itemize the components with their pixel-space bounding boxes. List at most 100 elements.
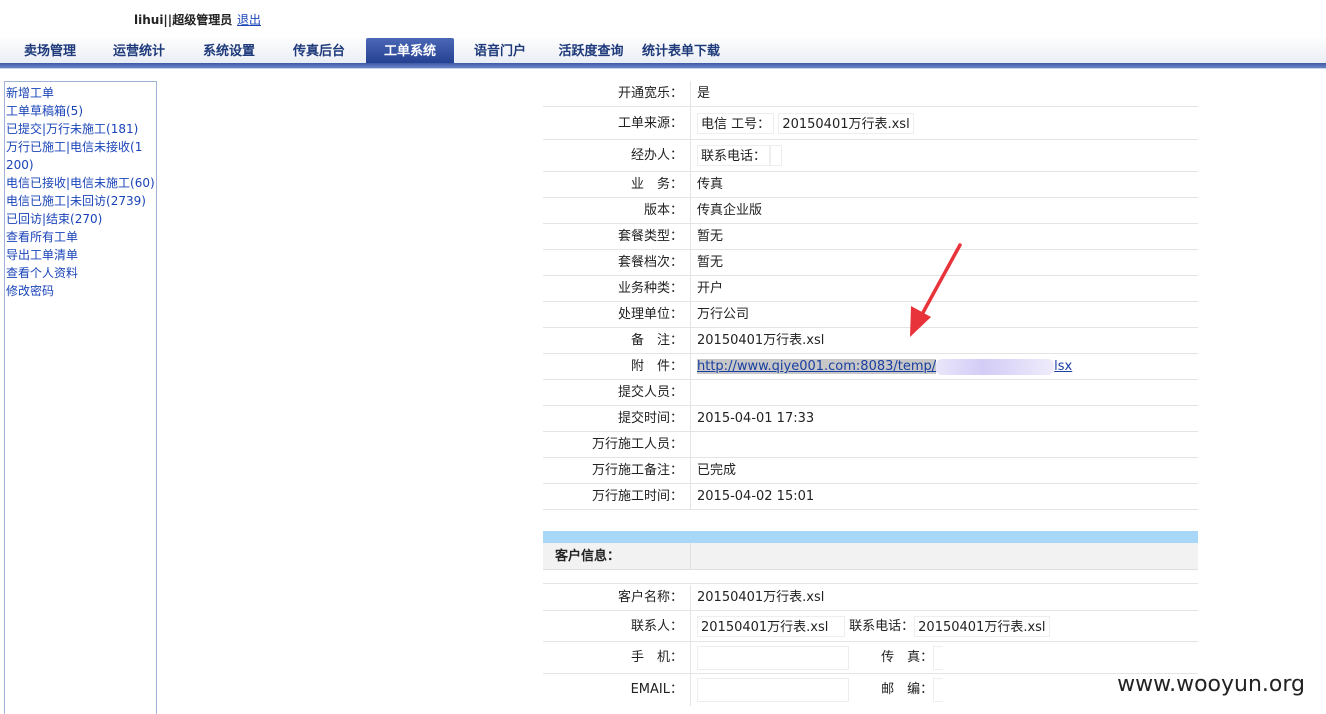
- field-label: EMAIL：: [543, 674, 691, 706]
- field-label: 提交时间：: [543, 406, 691, 431]
- field-label: 套餐类型：: [543, 224, 691, 249]
- tab-stats-download[interactable]: 统计表单下载: [636, 38, 726, 64]
- row-wh-remark: 万行施工备注： 已完成: [543, 458, 1198, 484]
- email-field[interactable]: [697, 677, 849, 702]
- field-label: 开通宽乐：: [543, 81, 691, 106]
- row-wh-time: 万行施工时间： 2015-04-02 15:01: [543, 484, 1198, 510]
- field-value: 万行公司: [697, 307, 750, 322]
- sidebar-item-profile[interactable]: 查看个人资料: [5, 264, 156, 282]
- row-package-level: 套餐档次： 暂无: [543, 250, 1198, 276]
- field-value: 电信 工号： 20150401万行表.xsl: [697, 107, 914, 139]
- field-label: 经办人：: [543, 140, 691, 171]
- row-customer-name: 客户名称： 20150401万行表.xsl: [543, 585, 1198, 611]
- field-label: 备 注：: [543, 328, 691, 353]
- tab-system-settings[interactable]: 系统设置: [193, 38, 265, 64]
- row-unit: 处理单位： 万行公司: [543, 302, 1198, 328]
- customer-form: 客户名称： 20150401万行表.xsl 联系人： 20150401万行表.x…: [543, 585, 1198, 706]
- field-label: 附 件：: [543, 354, 691, 379]
- top-bar: lihui||超级管理员 退出: [0, 0, 1326, 38]
- carrier-value: 电信 工号：: [697, 113, 775, 134]
- contact-phone-label: 联系电话：: [849, 619, 915, 634]
- arrow-shaft: [918, 243, 962, 320]
- tab-store-management[interactable]: 卖场管理: [14, 38, 86, 64]
- field-label: 万行施工备注：: [543, 458, 691, 483]
- sidebar-item-telecom-done[interactable]: 电信已施工|未回访(2739): [5, 192, 156, 210]
- field-label: 手 机：: [543, 642, 691, 673]
- field-value: 暂无: [697, 229, 724, 244]
- row-remark: 备 注： 20150401万行表.xsl: [543, 328, 1198, 354]
- section-spacer: [543, 570, 1198, 584]
- field-value: 已完成: [697, 463, 737, 478]
- field-value: 传 真：: [697, 642, 944, 673]
- carrier-text: 电信: [701, 117, 728, 132]
- row-handler: 经办人： 联系电话：: [543, 140, 1198, 172]
- sidebar-item-drafts[interactable]: 工单草稿箱(5): [5, 102, 156, 120]
- field-value: 传真: [697, 177, 724, 192]
- nav-divider: [0, 68, 1326, 69]
- current-user: lihui||超级管理员: [134, 13, 233, 27]
- customer-section-header: 客户信息：: [543, 543, 1198, 570]
- sidebar-item-change-password[interactable]: 修改密码: [5, 282, 156, 300]
- field-value: 开户: [697, 281, 724, 296]
- phone-label: 联系电话：: [697, 145, 771, 166]
- attachment-url[interactable]: http://www.qiye001.com:8083/temp/: [697, 359, 937, 374]
- fax-label: 传 真：: [881, 650, 934, 665]
- field-label: 处理单位：: [543, 302, 691, 327]
- sidebar-item-wh-done[interactable]: 万行已施工|电信未接收(1200): [5, 138, 145, 174]
- sidebar: 新增工单 工单草稿箱(5) 已提交|万行未施工(181) 万行已施工|电信未接收…: [4, 81, 157, 714]
- section-divider-bar: [543, 531, 1198, 543]
- row-contact: 联系人： 20150401万行表.xsl 联系电话： 20150401万行表.xs…: [543, 611, 1198, 642]
- row-email: EMAIL： 邮 编：: [543, 674, 1198, 706]
- contact-phone: 20150401万行表.xsl: [914, 616, 1050, 637]
- sidebar-item-all-orders[interactable]: 查看所有工单: [5, 228, 156, 246]
- zip-label: 邮 编：: [881, 682, 934, 697]
- tab-fax-backend[interactable]: 传真后台: [283, 38, 355, 64]
- field-label: 万行施工人员：: [543, 432, 691, 457]
- row-submit-time: 提交时间： 2015-04-01 17:33: [543, 406, 1198, 432]
- field-value: 20150401万行表.xsl: [697, 590, 825, 605]
- mobile-field[interactable]: [697, 645, 849, 670]
- tab-operation-stats[interactable]: 运营统计: [103, 38, 175, 64]
- row-attachment: 附 件： http://www.qiye001.com:8083/temp/ls…: [543, 354, 1198, 380]
- section-title: 客户信息：: [543, 543, 691, 570]
- tab-work-order-system[interactable]: 工单系统: [366, 38, 454, 64]
- field-value: 邮 编：: [697, 674, 944, 706]
- field-label: 业务种类：: [543, 276, 691, 301]
- sidebar-item-new-order[interactable]: 新增工单: [5, 84, 156, 102]
- attachment-url-tail[interactable]: lsx: [1054, 359, 1072, 374]
- tab-activity-query[interactable]: 活跃度查询: [553, 38, 629, 64]
- row-source: 工单来源： 电信 工号： 20150401万行表.xsl: [543, 107, 1198, 140]
- field-label: 万行施工时间：: [543, 484, 691, 509]
- field-value: 传真企业版: [697, 203, 763, 218]
- row-mobile: 手 机： 传 真：: [543, 642, 1198, 674]
- redacted-blur: [936, 358, 1055, 375]
- sidebar-item-export[interactable]: 导出工单清单: [5, 246, 156, 264]
- row-kaitong: 开通宽乐： 是: [543, 81, 1198, 107]
- row-wh-worker: 万行施工人员：: [543, 432, 1198, 458]
- field-label: 套餐档次：: [543, 250, 691, 275]
- arrow-head: [910, 306, 931, 337]
- tab-voice-portal[interactable]: 语音门户: [464, 38, 536, 64]
- row-business: 业 务： 传真: [543, 172, 1198, 198]
- field-label: 客户名称：: [543, 585, 691, 610]
- logout-link[interactable]: 退出: [237, 11, 261, 28]
- row-submitter: 提交人员：: [543, 380, 1198, 406]
- contact-person: 20150401万行表.xsl: [697, 616, 845, 637]
- order-detail-form: 开通宽乐： 是 工单来源： 电信 工号： 20150401万行表.xsl 经办人…: [543, 81, 1198, 510]
- zip-field[interactable]: [933, 677, 944, 702]
- field-value: 暂无: [697, 255, 724, 270]
- field-value: 20150401万行表.xsl: [697, 333, 825, 348]
- sidebar-item-submitted[interactable]: 已提交|万行未施工(181): [5, 120, 156, 138]
- field-label: 提交人员：: [543, 380, 691, 405]
- handler-phone: [770, 145, 783, 166]
- field-label: 工单来源：: [543, 107, 691, 139]
- sidebar-item-telecom-received[interactable]: 电信已接收|电信未施工(60): [5, 174, 156, 192]
- sidebar-item-visited[interactable]: 已回访|结束(270): [5, 210, 156, 228]
- watermark: www.wooyun.org: [1117, 672, 1305, 697]
- row-version: 版本： 传真企业版: [543, 198, 1198, 224]
- field-value: 2015-04-02 15:01: [697, 489, 815, 504]
- row-package-type: 套餐类型： 暂无: [543, 224, 1198, 250]
- fax-field[interactable]: [933, 645, 944, 670]
- attachment-link[interactable]: http://www.qiye001.com:8083/temp/lsx: [697, 354, 1072, 379]
- annotation-arrow-icon: [910, 243, 962, 337]
